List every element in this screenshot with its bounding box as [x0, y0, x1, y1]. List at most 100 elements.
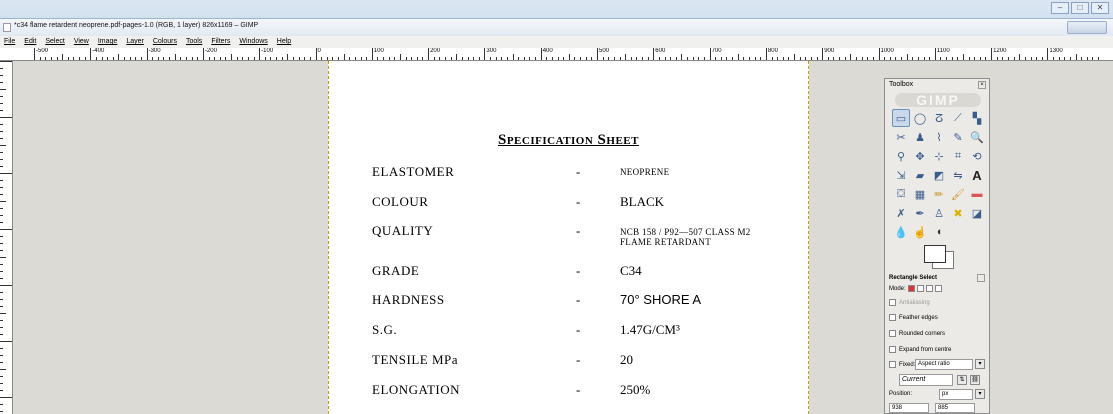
- spec-dash: -: [576, 352, 581, 367]
- expand-from-centre-checkbox[interactable]: Expand from centre: [889, 346, 951, 353]
- maximize-button[interactable]: □: [1071, 2, 1089, 14]
- text-tool-icon[interactable]: A: [968, 166, 986, 184]
- ruler-tick: [647, 57, 649, 60]
- zoom-tool-icon[interactable]: 🔍: [968, 128, 986, 146]
- ruler-label: 700: [711, 48, 722, 54]
- ruler-tick: [585, 57, 587, 60]
- fixed-checkbox[interactable]: Fixed:: [889, 361, 915, 368]
- smudge-tool-icon[interactable]: ☝: [911, 223, 929, 241]
- color-select-tool-icon[interactable]: ▚: [968, 109, 986, 127]
- spec-key: COLOUR: [372, 194, 429, 209]
- airbrush-tool-icon[interactable]: ✗: [892, 204, 910, 222]
- free-select-tool-icon[interactable]: ⵒ: [930, 109, 948, 127]
- menu-tools[interactable]: Tools: [186, 36, 202, 48]
- rect-select-tool-icon[interactable]: ▭: [892, 109, 910, 127]
- menu-help[interactable]: Help: [277, 36, 291, 48]
- blend-tool-icon[interactable]: ▦: [911, 185, 929, 203]
- spec-dash: -: [576, 263, 581, 278]
- menu-image[interactable]: Image: [98, 36, 117, 48]
- checkbox-box[interactable]: [889, 314, 896, 321]
- move-tool-icon[interactable]: ✥: [911, 147, 929, 165]
- swap-icon[interactable]: ⇅: [957, 375, 967, 385]
- checkbox-box[interactable]: [889, 330, 896, 337]
- rotate-tool-icon[interactable]: ⟲: [968, 147, 986, 165]
- menu-view[interactable]: View: [74, 36, 89, 48]
- checkbox-box[interactable]: [889, 299, 896, 306]
- ruler-tick: [681, 54, 683, 60]
- blur-tool-icon[interactable]: 💧: [892, 223, 910, 241]
- menu-filters[interactable]: Filters: [211, 36, 230, 48]
- foreground-color-swatch[interactable]: [924, 245, 946, 263]
- ruler-tick: [1036, 57, 1038, 60]
- spec-dash: -: [576, 164, 581, 179]
- mode-replace-icon[interactable]: [907, 285, 915, 292]
- bucket-fill-tool-icon[interactable]: ⛋: [892, 185, 910, 203]
- ellipse-select-tool-icon[interactable]: ◯: [911, 109, 929, 127]
- ruler-tick: [1047, 48, 1049, 60]
- color-picker-tool-icon[interactable]: ✎: [949, 128, 967, 146]
- ruler-tick: [912, 57, 914, 60]
- fixed-mode-select[interactable]: Aspect ratio: [915, 359, 973, 370]
- foreground-select-tool-icon[interactable]: ♟: [911, 128, 929, 146]
- mode-add-icon[interactable]: [916, 285, 924, 292]
- chevron-down-icon[interactable]: ▾: [975, 389, 985, 399]
- tool-options-menu-button[interactable]: [977, 274, 985, 282]
- minimize-button[interactable]: –: [1051, 2, 1069, 14]
- clone-tool-icon[interactable]: ♙: [930, 204, 948, 222]
- chain-icon[interactable]: ⛓: [970, 375, 980, 385]
- close-button[interactable]: ✕: [1091, 2, 1109, 14]
- toolbox-close-button[interactable]: ×: [978, 81, 986, 89]
- rounded-corners-checkbox[interactable]: Rounded corners: [889, 330, 945, 337]
- ink-tool-icon[interactable]: ✒: [911, 204, 929, 222]
- heal-tool-icon[interactable]: ✖: [949, 204, 967, 222]
- menu-layer[interactable]: Layer: [126, 36, 144, 48]
- menu-select[interactable]: Select: [45, 36, 64, 48]
- ruler-tick: [1064, 57, 1066, 60]
- perspective-tool-icon[interactable]: ◩: [930, 166, 948, 184]
- menu-file[interactable]: File: [4, 36, 15, 48]
- image-window-controls[interactable]: [1067, 21, 1107, 34]
- ruler-tick: [0, 215, 3, 216]
- current-field[interactable]: Current: [899, 374, 953, 386]
- checkbox-box[interactable]: [889, 361, 896, 368]
- mode-subtract-icon[interactable]: [925, 285, 933, 292]
- antialiasing-checkbox[interactable]: Antialiasing: [889, 299, 930, 306]
- position-y-field[interactable]: 885: [935, 403, 975, 413]
- fuzzy-select-tool-icon[interactable]: ⟋: [949, 109, 967, 127]
- flip-tool-icon[interactable]: ⇋: [949, 166, 967, 184]
- dodge-burn-tool-icon[interactable]: ◖: [930, 223, 948, 241]
- scale-tool-icon[interactable]: ⇲: [892, 166, 910, 184]
- feather-edges-checkbox[interactable]: Feather edges: [889, 314, 938, 321]
- ruler-tick: [366, 57, 368, 60]
- ruler-tick: [0, 292, 3, 293]
- document-page[interactable]: Specification Sheet ELASTOMER - NEOPRENE…: [328, 61, 809, 414]
- ruler-tick: [484, 48, 486, 60]
- vertical-ruler[interactable]: [0, 61, 13, 414]
- paths-tool-icon[interactable]: ⌇: [930, 128, 948, 146]
- measure-tool-icon[interactable]: ⚲: [892, 147, 910, 165]
- unit-select[interactable]: px: [939, 389, 973, 400]
- align-tool-icon[interactable]: ⊹: [930, 147, 948, 165]
- menu-edit[interactable]: Edit: [24, 36, 36, 48]
- perspective-clone-tool-icon[interactable]: ◪: [968, 204, 986, 222]
- horizontal-ruler[interactable]: -500 -400 -300 -200 -100 0 100 200 300 400 500 600 7…: [0, 48, 1113, 61]
- chevron-down-icon[interactable]: ▾: [975, 359, 985, 369]
- ruler-tick: [996, 57, 998, 60]
- color-swatches[interactable]: [924, 245, 958, 269]
- position-x-field[interactable]: 938: [889, 403, 929, 413]
- menu-windows[interactable]: Windows: [239, 36, 267, 48]
- ruler-tick: [523, 57, 525, 60]
- checkbox-box[interactable]: [889, 346, 896, 353]
- mode-intersect-icon[interactable]: [934, 285, 942, 292]
- shear-tool-icon[interactable]: ▰: [911, 166, 929, 184]
- scissors-tool-icon[interactable]: ✂: [892, 128, 910, 146]
- ruler-tick: [872, 57, 874, 60]
- spec-value: 1.47G/CM³: [620, 322, 680, 337]
- eraser-tool-icon[interactable]: ▬: [968, 185, 986, 203]
- paintbrush-tool-icon[interactable]: 🖌: [949, 185, 967, 203]
- ruler-tick: [844, 57, 846, 60]
- pencil-tool-icon[interactable]: ✏: [930, 185, 948, 203]
- crop-tool-icon[interactable]: ⌗: [949, 147, 967, 165]
- menu-colours[interactable]: Colours: [153, 36, 177, 48]
- ruler-tick: [326, 57, 328, 60]
